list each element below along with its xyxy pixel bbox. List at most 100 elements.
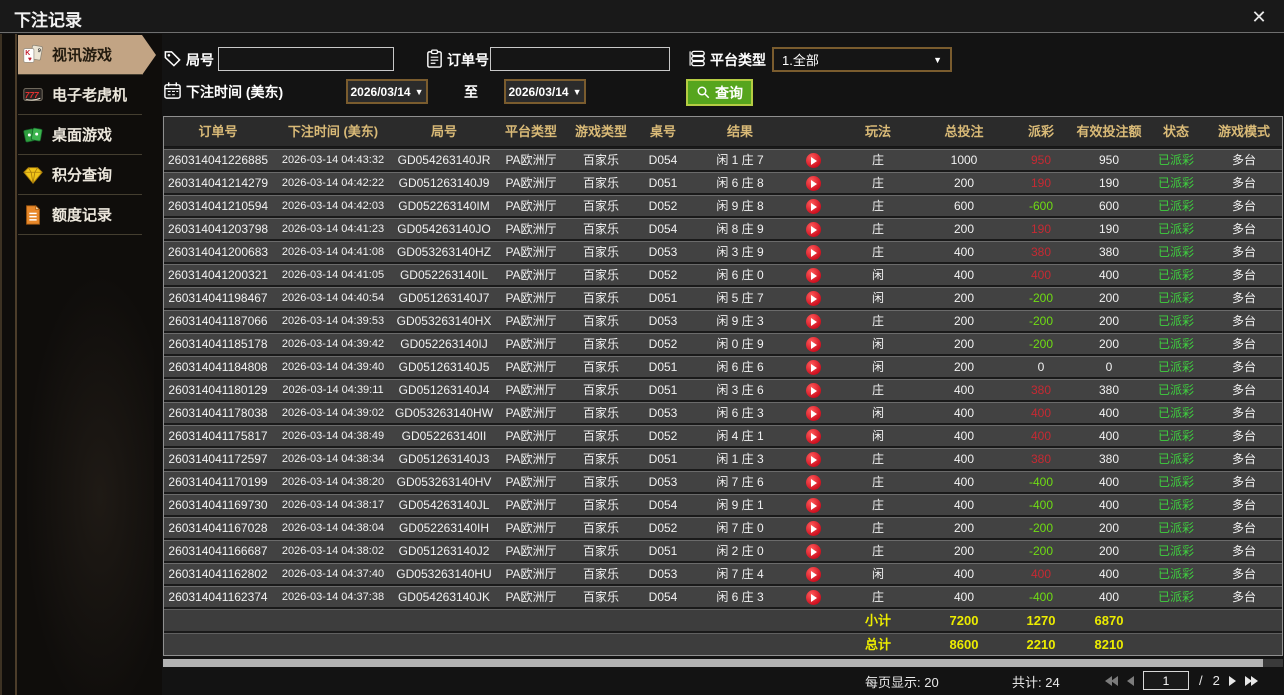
cell-total-bet: 200	[953, 222, 975, 236]
tag-icon	[164, 51, 181, 67]
play-video-button[interactable]	[805, 383, 821, 399]
play-video-button[interactable]	[805, 475, 821, 491]
cell-table-id: D054	[648, 222, 678, 236]
cell-status: 已派彩	[1157, 337, 1194, 351]
cell-game-type: 百家乐	[582, 521, 619, 535]
cell-bet-time: 2026-03-14 04:41:23	[281, 223, 385, 235]
cell-play: 庄	[871, 222, 884, 236]
prev-page-button[interactable]	[1127, 675, 1134, 686]
cell-result: 闲 6 庄 3	[716, 406, 764, 420]
play-video-button[interactable]	[805, 544, 821, 560]
play-video-button[interactable]	[805, 314, 821, 330]
cell-bet-time: 2026-03-14 04:38:17	[281, 499, 385, 511]
search-button-label: 查询	[715, 84, 743, 101]
play-video-button[interactable]	[805, 222, 821, 238]
order-id-input[interactable]	[490, 47, 670, 71]
cell-game-mode: 多台	[1231, 153, 1256, 167]
grand-total-total-bet: 8600	[949, 637, 979, 652]
cell-payout: 190	[1030, 222, 1052, 236]
cell-play: 闲	[871, 406, 884, 420]
sidebar-item-slot-machines[interactable]: 777 电子老虎机	[18, 75, 142, 115]
cell-bet-time: 2026-03-14 04:42:03	[281, 200, 385, 212]
cell-game-type: 百家乐	[582, 222, 619, 236]
search-button[interactable]: 查询	[686, 79, 753, 106]
cell-order-id: 260314041200321	[167, 268, 269, 282]
table-row: 260314041172597 2026-03-14 04:38:34 GD05…	[164, 446, 1282, 469]
column-header	[788, 117, 838, 146]
table-row: 260314041210594 2026-03-14 04:42:03 GD05…	[164, 193, 1282, 216]
play-icon	[811, 593, 817, 602]
cell-round-id: GD052263140IL	[399, 268, 489, 282]
cell-order-id: 260314041162802	[168, 567, 268, 581]
first-page-button[interactable]	[1105, 675, 1118, 686]
sidebar-item-table-games[interactable]: 桌面游戏	[18, 115, 142, 155]
sidebar-item-credit-records[interactable]: 额度记录	[18, 195, 142, 235]
play-video-button[interactable]	[805, 452, 821, 468]
cell-total-bet: 400	[953, 590, 975, 604]
cell-valid-bet: 200	[1098, 291, 1120, 305]
play-video-button[interactable]	[805, 360, 821, 376]
cell-platform: PA欧洲厅	[505, 429, 557, 443]
page-number-input[interactable]: 1	[1143, 671, 1189, 690]
cell-bet-time: 2026-03-14 04:38:34	[281, 453, 385, 465]
next-page-button[interactable]	[1228, 675, 1236, 686]
play-video-button[interactable]	[805, 498, 821, 514]
play-video-button[interactable]	[805, 176, 821, 192]
cell-replay	[788, 448, 838, 469]
sidebar-item-points-query[interactable]: 积分查询	[18, 155, 142, 195]
column-header: 游戏类型	[574, 124, 627, 139]
cell-platform: PA欧洲厅	[505, 176, 557, 190]
play-video-button[interactable]	[805, 429, 821, 445]
cell-status: 已派彩	[1157, 498, 1194, 512]
cell-table-id: D052	[648, 337, 678, 351]
cell-total-bet: 400	[953, 567, 975, 581]
play-video-button[interactable]	[805, 590, 821, 606]
table-row: 260314041162802 2026-03-14 04:37:40 GD05…	[164, 561, 1282, 584]
play-video-button[interactable]	[805, 521, 821, 537]
round-id-input[interactable]	[218, 47, 394, 71]
cell-valid-bet: 0	[1105, 360, 1113, 374]
horizontal-scrollbar-track[interactable]	[163, 659, 1283, 667]
play-icon	[811, 478, 817, 487]
cell-round-id: GD051263140J2	[398, 544, 490, 558]
cell-total-bet: 200	[953, 314, 975, 328]
cell-result: 闲 9 庄 1	[716, 498, 764, 512]
cell-status: 已派彩	[1157, 475, 1194, 489]
play-icon	[811, 271, 817, 280]
close-icon[interactable]: ✕	[1248, 6, 1270, 28]
cell-bet-time: 2026-03-14 04:41:08	[281, 246, 385, 258]
cell-platform: PA欧洲厅	[505, 475, 557, 489]
date-from-select[interactable]: 2026/03/14 ▼	[346, 79, 428, 104]
cell-order-id: 260314041162374	[168, 590, 268, 604]
search-icon	[697, 86, 710, 99]
play-video-button[interactable]	[805, 245, 821, 261]
sidebar-item-video-games[interactable]: 9 K ♥ 视讯游戏	[18, 34, 156, 75]
cell-game-type: 百家乐	[582, 245, 619, 259]
play-video-button[interactable]	[805, 406, 821, 422]
cell-order-id: 260314041214279	[167, 176, 269, 190]
background-edge-line	[0, 34, 2, 695]
play-video-button[interactable]	[805, 337, 821, 353]
play-video-button[interactable]	[805, 199, 821, 215]
date-to-select[interactable]: 2026/03/14 ▼	[504, 79, 586, 104]
play-video-button[interactable]	[805, 153, 821, 169]
play-video-button[interactable]	[805, 567, 821, 583]
cell-status: 已派彩	[1157, 429, 1194, 443]
play-video-button[interactable]	[805, 268, 821, 284]
horizontal-scrollbar-thumb[interactable]	[163, 659, 1263, 667]
cell-play: 闲	[871, 337, 884, 351]
column-header: 状态	[1162, 124, 1189, 139]
cell-game-mode: 多台	[1231, 567, 1256, 581]
cell-game-mode: 多台	[1231, 498, 1256, 512]
play-video-button[interactable]	[805, 291, 821, 307]
cell-total-bet: 200	[953, 360, 975, 374]
table-row: 260314041170199 2026-03-14 04:38:20 GD05…	[164, 469, 1282, 492]
play-icon	[811, 386, 817, 395]
last-page-button[interactable]	[1244, 675, 1258, 686]
cell-valid-bet: 400	[1098, 475, 1120, 489]
cell-bet-time: 2026-03-14 04:39:40	[281, 361, 385, 373]
play-icon	[811, 317, 817, 326]
document-icon	[26, 204, 41, 225]
platform-type-select[interactable]: 1.全部 ▼	[772, 47, 952, 72]
cell-game-type: 百家乐	[582, 360, 619, 374]
